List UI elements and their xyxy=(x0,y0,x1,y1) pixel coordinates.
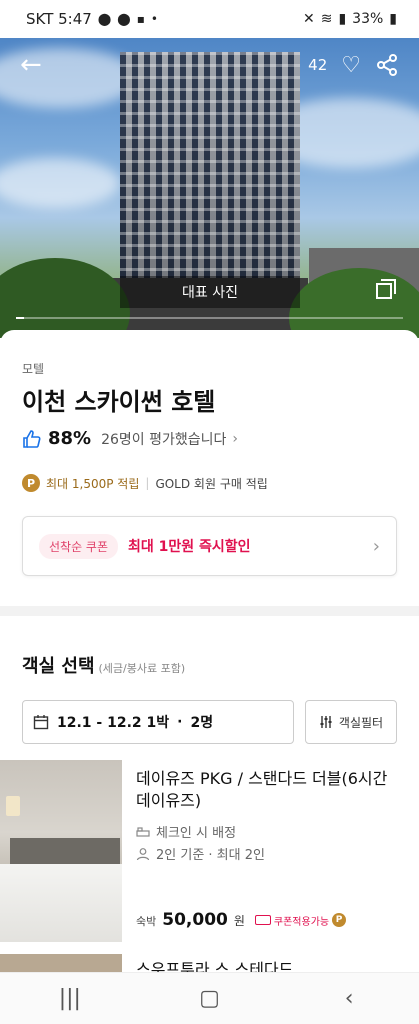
back-arrow-icon[interactable]: ← xyxy=(20,52,42,78)
section-divider xyxy=(0,606,419,616)
points-text: 최대 1,500P 적립 xyxy=(46,476,140,491)
photo-label: 대표 사진 xyxy=(120,276,300,308)
battery-icon: ▮ xyxy=(389,11,397,27)
room-photo xyxy=(0,760,122,942)
hotel-detail-card: 모텔 이천 스카이썬 호텔 88% 26명이 평가했습니다 › P 최대 1,5… xyxy=(0,330,419,1024)
gallery-icon[interactable] xyxy=(375,278,397,300)
hotel-name: 이천 스카이썬 호텔 xyxy=(22,388,216,416)
room-name: 데이유즈 PKG / 스탠다드 더블(6시간 데이유즈) xyxy=(136,769,388,810)
back-icon[interactable]: ‹ xyxy=(329,984,369,1014)
status-bar: SKT 5:47 ⬤ ⬤ ▪ • ✕ ≋ ▮ 33% ▮ xyxy=(0,0,419,38)
room-card[interactable]: 스우프투라 스 스테다드 xyxy=(0,954,419,979)
battery-percent: 33% xyxy=(352,11,384,27)
date-guest-selector[interactable]: 12.1 - 12.2 1박 · 2명 xyxy=(22,700,294,744)
tree xyxy=(0,258,130,338)
thumbs-up-icon xyxy=(23,429,41,448)
carrier-time: SKT 5:47 xyxy=(26,10,92,28)
point-badge-icon: P xyxy=(22,474,40,492)
wifi-icon: ≋ xyxy=(320,11,333,27)
home-icon[interactable]: ▢ xyxy=(189,984,229,1014)
gold-member-text: GOLD 회원 구매 적립 xyxy=(155,476,268,491)
hero-actions: 42 ♡ xyxy=(308,53,399,78)
price-label: 숙박 xyxy=(136,915,157,928)
room-section-title: 객실 선택 xyxy=(22,656,95,677)
price-unit: 원 xyxy=(233,914,245,928)
dot-icon: • xyxy=(150,12,158,26)
chevron-right-icon: › xyxy=(232,430,239,447)
separator: · xyxy=(177,714,183,730)
calendar-icon xyxy=(33,715,49,730)
bed-icon xyxy=(136,826,150,837)
notification-icon: ⬤ xyxy=(117,12,131,26)
coupon-tag: 선착순 쿠폰 xyxy=(39,533,119,559)
room-filter-label: 객실필터 xyxy=(338,715,384,730)
coupon-available-label: 쿠폰적용가능 xyxy=(273,916,330,928)
bed-shape xyxy=(0,864,122,942)
hero-photo[interactable]: ← 42 ♡ 대표 사진 xyxy=(0,38,419,338)
person-icon xyxy=(136,847,150,860)
rating-row[interactable]: 88% 26명이 평가했습니다 › xyxy=(22,428,238,449)
points-row: P 최대 1,500P 적립 | GOLD 회원 구매 적립 xyxy=(22,474,268,492)
system-nav-bar: ||| ▢ ‹ xyxy=(0,972,419,1024)
rating-count: 26명이 평가했습니다 xyxy=(101,431,227,448)
message-icon: ▪ xyxy=(136,12,145,26)
guest-count: 2명 xyxy=(190,715,214,731)
room-checkin-info: 체크인 시 배정 xyxy=(136,822,236,841)
room-filter-button[interactable]: 객실필터 xyxy=(305,700,397,744)
coupon-text: 최대 1만원 즉시할인 xyxy=(128,539,251,555)
rating-percent: 88% xyxy=(48,428,92,449)
room-section-header: 객실 선택 (세금/봉사료 포함) xyxy=(22,652,185,678)
room-card[interactable]: 데이유즈 PKG / 스탠다드 더블(6시간 데이유즈) 체크인 시 배정 2인… xyxy=(0,760,419,944)
price-row: 숙박 50,000 원 쿠폰적용가능 P xyxy=(136,910,347,930)
gallery-progress xyxy=(16,317,403,319)
like-count: 42 xyxy=(308,56,328,74)
notification-icon: ⬤ xyxy=(97,12,112,26)
room-capacity: 2인 기준 · 최대 2인 xyxy=(136,844,265,863)
share-icon[interactable] xyxy=(375,53,399,77)
date-range: 12.1 - 12.2 1박 xyxy=(57,715,170,731)
checkin-text: 체크인 시 배정 xyxy=(156,826,237,841)
lamp-shape xyxy=(6,796,20,816)
recent-apps-icon[interactable]: ||| xyxy=(50,984,90,1014)
hotel-category: 모텔 xyxy=(22,362,45,376)
ticket-icon xyxy=(254,915,271,925)
mute-icon: ✕ xyxy=(302,11,315,27)
gallery-progress-fill xyxy=(16,317,24,319)
room-section-subtitle: (세금/봉사료 포함) xyxy=(98,662,186,675)
room-photo xyxy=(0,954,122,974)
separator: | xyxy=(145,476,150,490)
cloud-shape xyxy=(0,158,120,208)
price-value: 50,000 xyxy=(162,910,228,930)
coupon-banner[interactable]: 선착순 쿠폰 최대 1만원 즉시할인 › xyxy=(22,516,397,576)
signal-icon: ▮ xyxy=(338,11,347,27)
chevron-right-icon: › xyxy=(372,535,380,557)
capacity-text: 2인 기준 · 최대 2인 xyxy=(156,848,265,863)
point-badge-icon: P xyxy=(332,913,347,927)
filter-icon xyxy=(320,716,332,728)
coupon-available: 쿠폰적용가능 P xyxy=(254,913,347,928)
hero-nav: ← 42 ♡ xyxy=(20,52,399,78)
heart-icon[interactable]: ♡ xyxy=(341,53,361,78)
